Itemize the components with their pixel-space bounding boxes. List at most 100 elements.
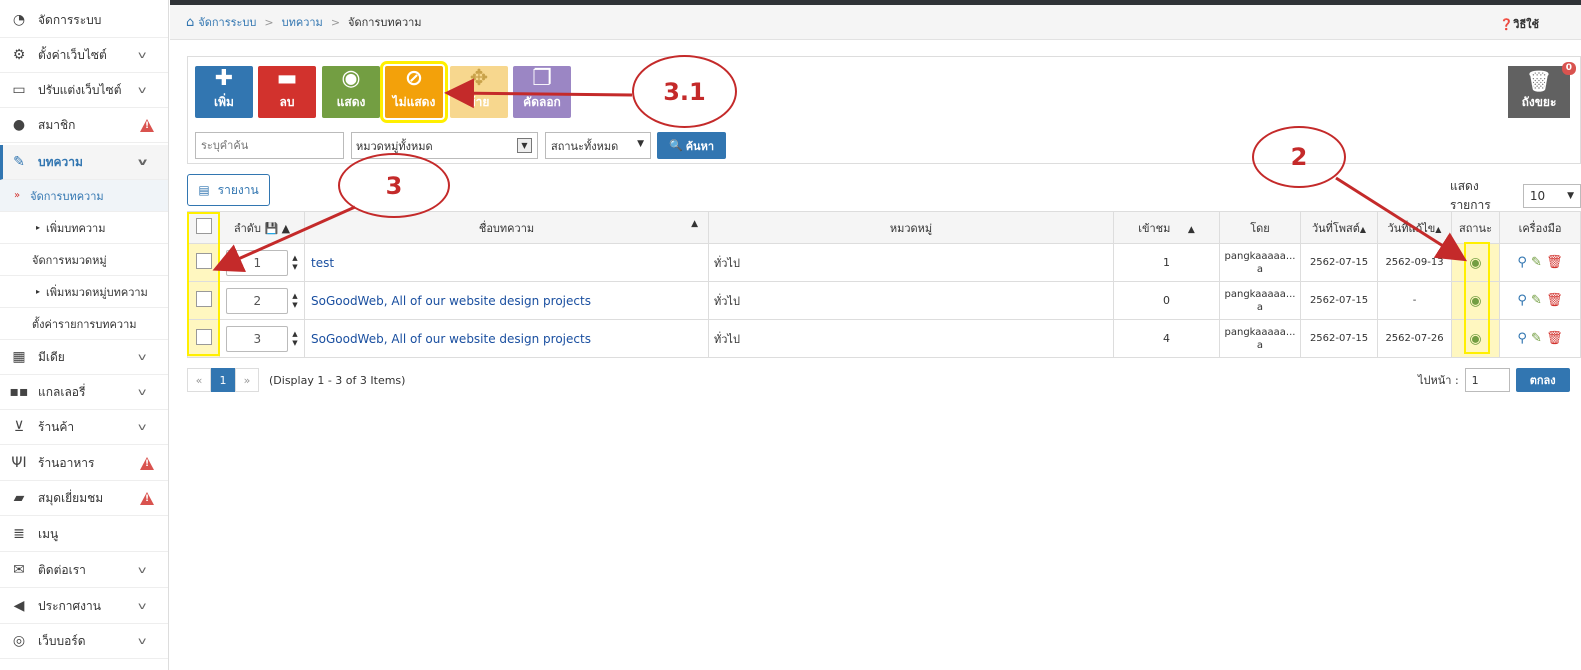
sidebar-subitem-add-category[interactable]: ▸ เพิ่มหมวดหมู่บทความ (0, 276, 168, 308)
trash-icon[interactable]: 🗑 (1546, 331, 1563, 346)
col-by[interactable]: โดย (1219, 211, 1301, 244)
trash-icon[interactable]: 🗑 (1546, 255, 1563, 270)
cart-icon: ⊻ (13, 419, 25, 435)
posted-date-cell: 2562-07-15 (1300, 281, 1378, 320)
posted-date-cell: 2562-07-15 (1300, 319, 1378, 358)
pagination-next[interactable]: » (235, 368, 259, 392)
sidebar-item-customize[interactable]: ▭ ปรับแต่งเว็บไซต์ v (0, 73, 168, 108)
sidebar-subitem-article-settings[interactable]: ตั้งค่ารายการบทความ (0, 308, 168, 340)
order-input[interactable]: 3 (226, 325, 289, 352)
user-icon: ● (12, 117, 26, 133)
sidebar-item-menu[interactable]: ≣ เมนู (0, 517, 168, 552)
breadcrumb: ⌂ จัดการระบบ > บทความ > จัดการบทความ (170, 5, 1581, 40)
search-button[interactable]: 🔍 ค้นหา (657, 132, 726, 159)
chevron-down-icon: v (138, 387, 147, 398)
sidebar-subitem-add-article[interactable]: ▸ เพิ่มบทความ (0, 212, 168, 244)
dashboard-icon: ◔ (12, 12, 26, 28)
breadcrumb-item-system[interactable]: จัดการระบบ (198, 13, 256, 31)
trash-icon[interactable]: 🗑 (1546, 293, 1563, 308)
sidebar-item-webboard[interactable]: ◎ เว็บบอร์ด v (0, 624, 168, 659)
caret-right-icon: ▸ (36, 287, 41, 296)
sidebar-subitem-manage-categories[interactable]: จัดการหมวดหมู่ (0, 244, 168, 276)
search-input[interactable] (195, 132, 344, 159)
dropdown-arrow-icon: ▼ (517, 138, 532, 153)
home-icon[interactable]: ⌂ (186, 15, 194, 30)
sidebar-item-settings[interactable]: ⚙ ตั้งค่าเว็บไซต์ v (0, 38, 168, 73)
copy-button[interactable]: ❐ คัดลอก (513, 66, 571, 118)
order-stepper[interactable]: ▲ ▼ (292, 292, 297, 310)
film-icon: ▦ (12, 349, 26, 365)
pencil-icon[interactable]: ✎ (1531, 255, 1542, 270)
title-cell: SoGoodWeb, All of our website design pro… (304, 281, 709, 320)
views-cell: 1 (1113, 243, 1220, 282)
order-stepper[interactable]: ▲ ▼ (292, 254, 297, 272)
article-title-link[interactable]: test (305, 256, 334, 270)
chevron-down-icon: v (138, 50, 147, 61)
breadcrumb-separator: > (264, 15, 274, 29)
goto-page-button[interactable]: ตกลง (1515, 368, 1570, 392)
article-title-link[interactable]: SoGoodWeb, All of our website design pro… (305, 332, 591, 346)
pagination-info: (Display 1 - 3 of 3 Items) (269, 373, 406, 387)
category-cell: ทั่วไป (708, 281, 1114, 320)
col-order[interactable]: ลำดับ 💾 ▲ (219, 211, 305, 244)
monitor-icon: ▭ (12, 82, 26, 98)
save-icon[interactable]: 💾 (264, 222, 278, 235)
col-views[interactable]: เข้าชม ▲ (1113, 211, 1220, 244)
search-icon[interactable]: ⚲ (1517, 255, 1527, 270)
category-cell: ทั่วไป (708, 243, 1114, 282)
sort-icon: ▲ (691, 218, 698, 229)
comments-icon: ◎ (12, 633, 26, 649)
breadcrumb-item-articles[interactable]: บทความ (282, 13, 323, 31)
col-posted[interactable]: วันที่โพสต์▲ (1300, 211, 1378, 244)
order-stepper[interactable]: ▲ ▼ (292, 330, 297, 348)
col-edited[interactable]: วันที่แก้ไข▲ (1377, 211, 1452, 244)
status-select[interactable]: สถานะทั้งหมด ▼ (545, 132, 651, 159)
pagination: « 1 » (Display 1 - 3 of 3 Items) (187, 368, 405, 392)
article-title-link[interactable]: SoGoodWeb, All of our website design pro… (305, 294, 591, 308)
eye-icon: ◉ (341, 66, 361, 91)
cutlery-icon: ΨΙ (11, 455, 27, 471)
sidebar-item-shop[interactable]: ⊻ ร้านค้า v (0, 410, 168, 445)
sidebar-item-dashboard[interactable]: ◔ จัดการระบบ (0, 3, 168, 38)
trash-button[interactable]: 🗑 ถังขยะ 0 (1508, 62, 1576, 118)
help-link[interactable]: ❓วิธีใช้ (1500, 15, 1539, 33)
sort-icon: ▲ (281, 221, 291, 235)
pencil-icon[interactable]: ✎ (1531, 331, 1542, 346)
col-tools: เครื่องมือ (1499, 211, 1581, 244)
order-input[interactable]: 1 (226, 249, 289, 276)
col-category[interactable]: หมวดหมู่ (708, 211, 1114, 244)
chevron-down-icon: v (138, 636, 147, 647)
sidebar-item-articles[interactable]: ✎ บทความ v (0, 145, 168, 180)
per-page-select[interactable]: 10 ▼ (1522, 184, 1581, 208)
eye-slash-icon: ⊘ (404, 66, 424, 91)
sidebar-item-guestbook[interactable]: ▰ สมุดเยี่ยมชม (0, 481, 168, 516)
show-button[interactable]: ◉ แสดง (322, 66, 380, 118)
move-button[interactable]: ✥ ย้าย (450, 66, 508, 118)
sidebar: ◔ จัดการระบบ ⚙ ตั้งค่าเว็บไซต์ v ▭ ปรับแต่งเ… (0, 0, 169, 670)
order-input[interactable]: 2 (226, 287, 289, 314)
goto-page-input[interactable]: 1 (1464, 368, 1510, 392)
search-icon[interactable]: ⚲ (1517, 293, 1527, 308)
sidebar-subitem-manage-articles[interactable]: » จัดการบทความ (0, 180, 168, 212)
warning-icon (140, 456, 154, 470)
hide-button[interactable]: ⊘ ไม่แสดง (380, 61, 448, 123)
add-button[interactable]: ✚ เพิ่ม (195, 66, 253, 118)
sidebar-item-media[interactable]: ▦ มีเดีย v (0, 340, 168, 375)
sidebar-item-gallery[interactable]: ▪▪ แกลเลอรี่ v (0, 375, 168, 410)
caret-right-icon: ▸ (36, 223, 41, 232)
sidebar-item-jobs[interactable]: ◀ ประกาศงาน v (0, 589, 168, 624)
report-button[interactable]: ▤ รายงาน (187, 174, 270, 206)
pagination-prev[interactable]: « (187, 368, 211, 392)
pencil-icon[interactable]: ✎ (1531, 293, 1542, 308)
views-cell: 0 (1113, 281, 1220, 320)
sidebar-item-restaurant[interactable]: ΨΙ ร้านอาหาร (0, 446, 168, 481)
megaphone-icon: ◀ (13, 598, 25, 614)
col-title[interactable]: ชื่อบทความ ▲ (304, 211, 709, 244)
search-icon[interactable]: ⚲ (1517, 331, 1527, 346)
gear-icon: ⚙ (12, 47, 26, 63)
sidebar-item-members[interactable]: ● สมาชิก (0, 108, 168, 143)
col-status: สถานะ (1451, 211, 1500, 244)
sidebar-item-contact[interactable]: ✉ ติดต่อเรา v (0, 553, 168, 588)
pagination-page[interactable]: 1 (211, 368, 235, 392)
delete-button[interactable]: ▬ ลบ (258, 66, 316, 118)
